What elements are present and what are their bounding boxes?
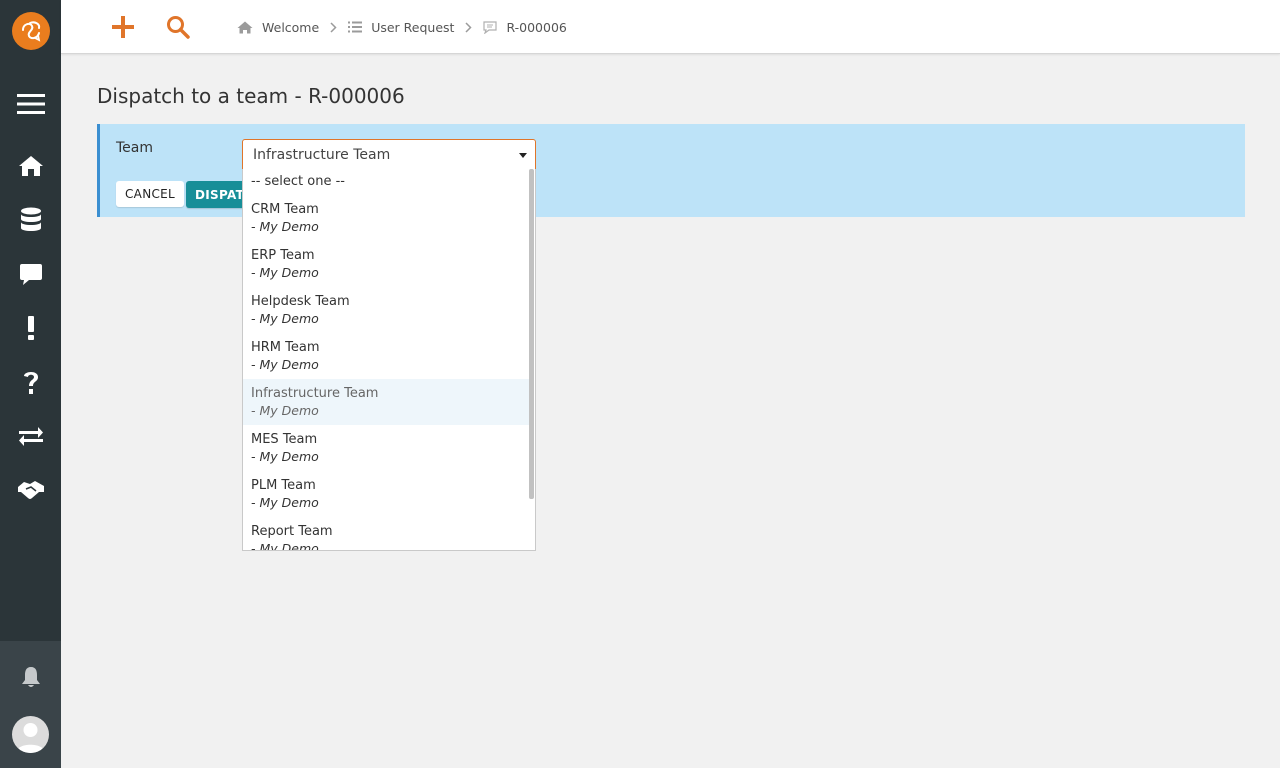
search-icon [167, 16, 190, 39]
team-option-infrastructure[interactable]: Infrastructure Team - My Demo [243, 379, 530, 425]
team-option-erp[interactable]: ERP Team - My Demo [243, 241, 530, 287]
breadcrumb-label: Welcome [262, 19, 320, 35]
team-option-name: ERP Team [251, 248, 315, 263]
team-option-name: CRM Team [251, 202, 319, 217]
team-option-org: - My Demo [251, 541, 319, 551]
team-option-name: Helpdesk Team [251, 294, 350, 309]
sidebar-item-problems[interactable] [0, 362, 61, 402]
chevron-right-icon [465, 21, 472, 33]
app-logo[interactable] [12, 12, 50, 50]
sidebar-item-configuration[interactable] [0, 200, 61, 240]
team-option-org: - My Demo [251, 449, 319, 464]
new-object-button[interactable] [107, 11, 139, 43]
team-option-name: PLM Team [251, 478, 316, 493]
team-option-org: - My Demo [251, 311, 319, 326]
team-select-dropdown: -- select one -- CRM Team - My Demo ERP … [242, 169, 536, 551]
exclamation-icon [27, 316, 34, 340]
home-icon [18, 156, 43, 176]
user-avatar[interactable] [12, 716, 49, 753]
team-option-org: - My Demo [251, 219, 319, 234]
logo-icon [22, 21, 41, 42]
question-icon [23, 372, 38, 394]
team-option-name: MES Team [251, 432, 318, 447]
breadcrumb-label: User Request [371, 19, 455, 35]
list-icon [348, 21, 363, 33]
page-title: Dispatch to a team - R-000006 [97, 84, 405, 108]
breadcrumb-user-request[interactable]: User Request [348, 20, 454, 35]
team-option-name: Infrastructure Team [251, 386, 379, 401]
team-option-list: -- select one -- CRM Team - My Demo ERP … [243, 169, 530, 551]
team-option-mes[interactable]: MES Team - My Demo [243, 425, 530, 471]
plus-icon [112, 16, 134, 38]
sidebar-item-home[interactable] [0, 146, 61, 186]
chevron-right-icon [330, 21, 337, 33]
team-option-org: - My Demo [251, 265, 319, 280]
sidebar-item-incidents[interactable] [0, 308, 61, 348]
dropdown-scrollbar[interactable] [529, 169, 534, 499]
menu-icon [16, 94, 45, 114]
notifications-button[interactable] [0, 657, 61, 697]
team-select-value: Infrastructure Team [253, 147, 391, 163]
team-option-plm[interactable]: PLM Team - My Demo [243, 471, 530, 517]
breadcrumb-welcome[interactable]: Welcome [237, 20, 319, 35]
sidebar-item-requests[interactable] [0, 254, 61, 294]
bell-icon [21, 667, 40, 687]
breadcrumb-label: R-000006 [506, 19, 567, 35]
sidebar [0, 0, 61, 768]
global-search-button[interactable] [162, 11, 194, 43]
team-option-org: - My Demo [251, 357, 319, 372]
team-option-name: Report Team [251, 524, 333, 539]
exchange-icon [18, 427, 43, 446]
top-bar: Welcome User Request R-000006 [61, 0, 1280, 54]
team-select[interactable]: Infrastructure Team [242, 139, 536, 170]
team-option-org: - My Demo [251, 495, 319, 510]
cancel-button[interactable]: CANCEL [116, 181, 185, 207]
user-avatar-icon [16, 723, 45, 753]
menu-toggle-button[interactable] [0, 84, 61, 124]
sidebar-item-service-management[interactable] [0, 470, 61, 510]
breadcrumb: Welcome User Request R-000006 [237, 0, 567, 54]
team-option-helpdesk[interactable]: Helpdesk Team - My Demo [243, 287, 530, 333]
team-option-hrm[interactable]: HRM Team - My Demo [243, 333, 530, 379]
sidebar-item-changes[interactable] [0, 416, 61, 456]
database-icon [20, 207, 41, 231]
handshake-icon [17, 481, 44, 499]
ticket-icon [483, 20, 498, 34]
team-option-report[interactable]: Report Team - My Demo [243, 517, 530, 551]
caret-down-icon [519, 153, 527, 158]
team-option-placeholder[interactable]: -- select one -- [243, 169, 530, 195]
team-option-crm[interactable]: CRM Team - My Demo [243, 195, 530, 241]
breadcrumb-current-ticket: R-000006 [483, 19, 567, 35]
team-option-name: HRM Team [251, 340, 320, 355]
team-field-label: Team [116, 140, 154, 156]
comment-icon [19, 264, 42, 285]
team-option-org: - My Demo [251, 403, 319, 418]
home-icon [237, 21, 253, 34]
